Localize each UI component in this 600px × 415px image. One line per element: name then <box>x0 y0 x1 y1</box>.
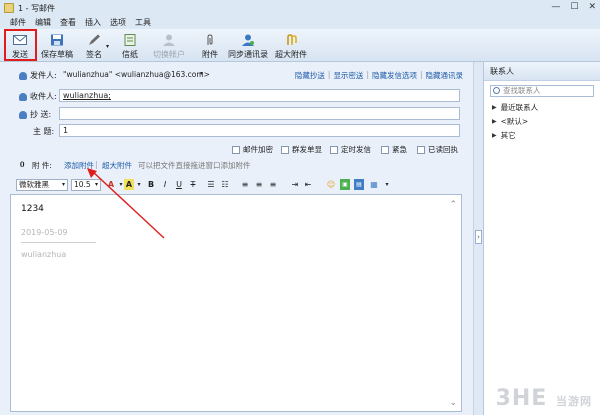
user-switch-icon <box>163 34 175 46</box>
read-receipt-checkbox[interactable]: 已读回执 <box>417 144 458 155</box>
from-label: 发件人: <box>30 71 57 80</box>
app-icon <box>4 3 14 13</box>
cc-field[interactable] <box>59 107 460 120</box>
show-bcc-link[interactable]: 显示密送 <box>333 70 363 81</box>
strikethrough-icon[interactable]: T <box>188 179 198 190</box>
to-field[interactable]: wulianzhua; <box>59 89 460 102</box>
title-bar: 1 - 写邮件 — ☐ ✕ <box>0 0 600 16</box>
menu-bar: 邮件 编辑 查看 插入 选项 工具 <box>0 16 600 29</box>
encrypt-checkbox[interactable]: 邮件加密 <box>232 144 273 155</box>
from-select[interactable]: "wulianzhua" <wulianzhua@163.com> <box>63 70 210 79</box>
menu-edit[interactable]: 编辑 <box>35 17 51 28</box>
subject-label: 主 题: <box>33 127 55 136</box>
person-icon <box>19 92 27 101</box>
image-icon[interactable]: ▣ <box>340 179 350 190</box>
contacts-sync-icon <box>242 34 254 46</box>
align-center-icon[interactable]: ≡ <box>254 179 264 190</box>
subject-row: 主 题: 1 <box>0 124 473 138</box>
watermark: 3HE 当游网 <box>495 386 592 411</box>
indent-icon[interactable]: ⇥ <box>290 179 300 190</box>
switch-account-button[interactable]: 切换帐户 <box>153 31 185 61</box>
floppy-disk-icon <box>51 34 63 46</box>
send-highlight-box <box>4 29 37 61</box>
main-toolbar: 发送 保存草稿 签名 ▾ 信纸 切换帐户 附件 同步通讯录 超大附件 <box>0 29 600 62</box>
contacts-search-input[interactable]: 查找联系人 <box>490 85 594 97</box>
message-editor[interactable]: 1234 2019-05-09 wulianzhua ⌃ ⌄ <box>10 194 462 412</box>
format-toolbar: 微软雅黑 ▾ 10.5 ▾ A ▾ A ▾ B I U T ☰ ☷ ≡ ≡ ≡ ⇥ … <box>0 177 473 193</box>
contacts-panel: 联系人 查找联系人 ▶ 最近联系人 ▶ <默认> ▶ 其它 <box>483 62 600 415</box>
pen-icon <box>89 34 100 45</box>
menu-tools[interactable]: 工具 <box>135 17 151 28</box>
table-icon[interactable]: ▦ <box>369 179 379 190</box>
large-attachment-button[interactable]: 超大附件 <box>275 31 307 61</box>
signature-date: 2019-05-09 <box>21 228 68 237</box>
hide-cc-link[interactable]: 隐藏抄送 <box>295 70 325 81</box>
font-family-select[interactable]: 微软雅黑 ▾ <box>16 179 68 191</box>
attachment-label: 附 件: <box>32 161 52 170</box>
recipient-token[interactable]: wulianzhua; <box>63 91 111 100</box>
screenshot-icon[interactable]: ▤ <box>354 179 364 190</box>
signature-button[interactable]: 签名 <box>82 31 106 61</box>
search-icon <box>493 87 500 94</box>
align-left-icon[interactable]: ≡ <box>240 179 250 190</box>
contacts-group-recent[interactable]: ▶ 最近联系人 <box>492 102 538 113</box>
expand-icon: ▶ <box>492 118 497 125</box>
menu-view[interactable]: 查看 <box>60 17 76 28</box>
sync-contacts-button[interactable]: 同步通讯录 <box>228 31 268 61</box>
from-row: 发件人: "wulianzhua" <wulianzhua@163.com> ▾… <box>0 68 473 82</box>
cc-row: 抄 送: <box>0 107 473 121</box>
emoji-icon[interactable]: ☺ <box>326 179 336 190</box>
outdent-icon[interactable]: ⇤ <box>303 179 313 190</box>
signature-dropdown-icon[interactable]: ▾ <box>106 43 109 50</box>
hide-contacts-link[interactable]: 隐藏通讯录 <box>426 70 464 81</box>
window-title: 1 - 写邮件 <box>18 3 56 13</box>
expand-icon: ▶ <box>492 104 497 111</box>
window-controls: — ☐ ✕ <box>551 2 596 12</box>
expand-icon: ▶ <box>492 132 497 139</box>
large-attachment-icon <box>287 34 297 45</box>
from-dropdown-icon[interactable]: ▾ <box>200 70 203 77</box>
contacts-group-other[interactable]: ▶ 其它 <box>492 130 516 141</box>
save-draft-button[interactable]: 保存草稿 <box>40 31 74 61</box>
menu-insert[interactable]: 插入 <box>85 17 101 28</box>
align-right-icon[interactable]: ≡ <box>268 179 278 190</box>
person-icon <box>19 110 27 119</box>
to-label: 收件人: <box>30 92 57 101</box>
underline-icon[interactable]: U <box>174 179 184 190</box>
attachment-row: 𝟎 附 件: 添加附件 | 超大附件 可以把文件直接拖进窗口添加附件 <box>20 160 251 170</box>
scroll-up-icon[interactable]: ⌃ <box>449 200 457 210</box>
contacts-header: 联系人 <box>484 62 600 81</box>
close-button[interactable]: ✕ <box>588 2 596 12</box>
paperclip-icon: 𝟎 <box>20 160 25 169</box>
stationery-button[interactable]: 信纸 <box>120 31 140 61</box>
attachment-button[interactable]: 附件 <box>200 31 220 61</box>
contacts-group-default[interactable]: ▶ <默认> <box>492 116 528 127</box>
bullet-list-icon[interactable]: ☷ <box>220 179 230 190</box>
maximize-button[interactable]: ☐ <box>570 2 578 12</box>
stationery-icon <box>124 34 136 46</box>
menu-mail[interactable]: 邮件 <box>10 17 26 28</box>
subject-field[interactable]: 1 <box>59 124 460 137</box>
panel-splitter[interactable]: › <box>473 62 483 415</box>
urgent-checkbox[interactable]: 紧急 <box>381 144 407 155</box>
table-dropdown-icon[interactable]: ▾ <box>382 179 392 190</box>
cc-label: 抄 送: <box>30 110 52 119</box>
numbered-list-icon[interactable]: ☰ <box>206 179 216 190</box>
annotation-arrow <box>87 168 165 239</box>
menu-options[interactable]: 选项 <box>110 17 126 28</box>
group-single-checkbox[interactable]: 群发单显 <box>281 144 322 155</box>
dropdown-icon: ▾ <box>61 181 65 188</box>
header-links: 隐藏抄送 | 显示密送 | 隐藏发信选项 | 隐藏通讯录 <box>294 70 464 81</box>
paperclip-icon <box>207 34 213 45</box>
scheduled-send-checkbox[interactable]: 定时发信 <box>330 144 371 155</box>
hide-send-options-link[interactable]: 隐藏发信选项 <box>372 70 417 81</box>
send-options: 邮件加密 群发单显 定时发信 紧急 已读回执 <box>0 144 473 156</box>
person-icon <box>19 71 27 80</box>
message-body[interactable]: 1234 <box>21 204 44 214</box>
chevron-right-icon[interactable]: › <box>475 230 482 244</box>
minimize-button[interactable]: — <box>551 2 560 12</box>
to-row: 收件人: wulianzhua; <box>0 89 473 103</box>
signature-name: wulianzhua <box>21 250 67 259</box>
scroll-down-icon[interactable]: ⌄ <box>449 398 457 408</box>
